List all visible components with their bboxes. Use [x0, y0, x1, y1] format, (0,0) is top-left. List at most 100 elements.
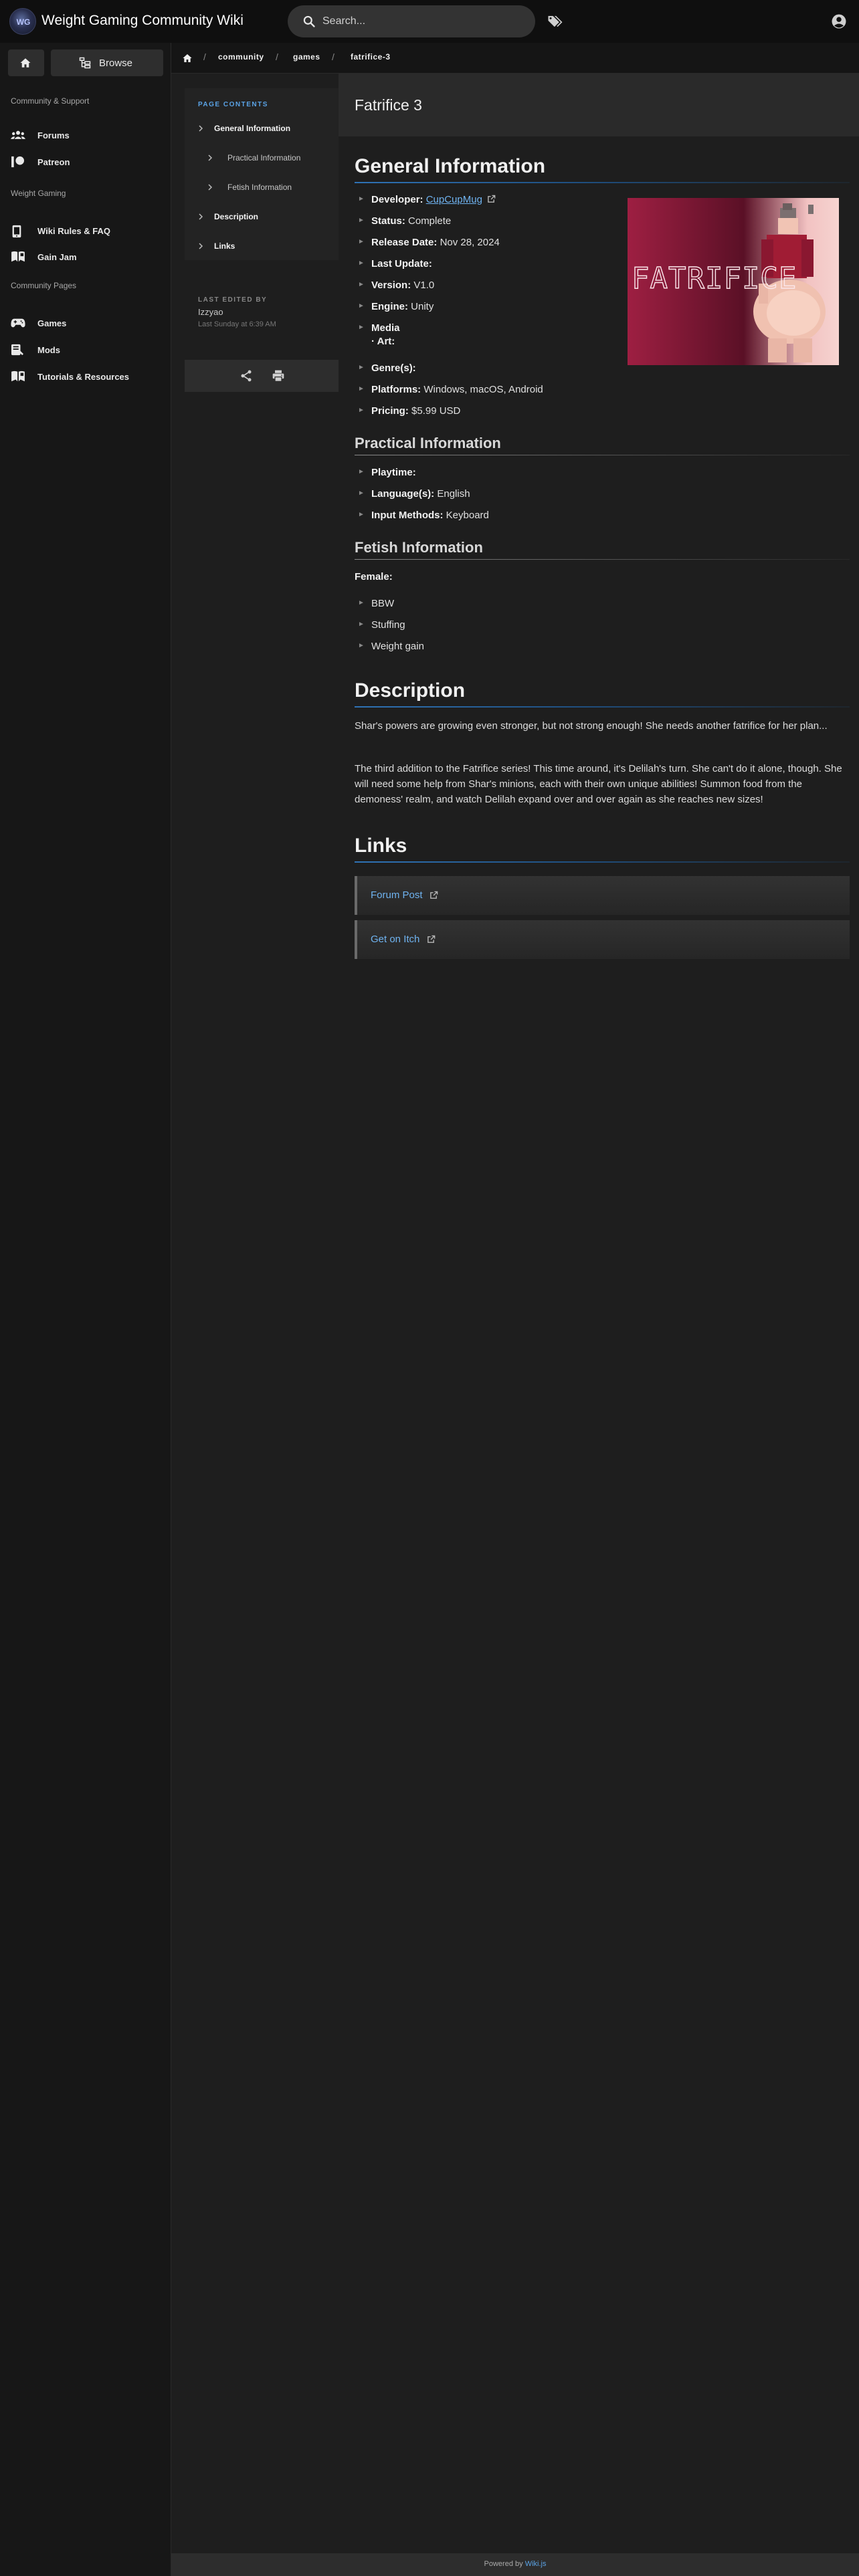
breadcrumb-item-community[interactable]: community	[218, 52, 264, 62]
account-button[interactable]	[830, 12, 848, 31]
info-label: Pricing:	[371, 405, 409, 417]
link-get-on-itch[interactable]: Get on Itch	[355, 920, 850, 959]
tags-icon	[546, 12, 565, 31]
external-link-icon	[488, 195, 496, 203]
bullet-icon: ►	[358, 385, 365, 393]
toc-item-label: Links	[214, 241, 235, 251]
browse-button[interactable]: Browse	[51, 49, 163, 76]
sidebar-item-forums[interactable]: Forums	[0, 124, 171, 146]
mods-icon	[11, 344, 23, 356]
sitemap-icon	[79, 57, 91, 69]
bullet-icon: ►	[358, 238, 365, 245]
developer-link[interactable]: CupCupMug	[426, 194, 482, 205]
top-bar: WG Weight Gaming Community Wiki	[0, 0, 859, 43]
page-actions	[185, 360, 339, 392]
footer-prefix: Powered by	[484, 2560, 523, 2568]
info-value: V1.0	[413, 280, 435, 291]
heading-general-information: General Information	[355, 155, 546, 177]
info-label: Release Date:	[371, 237, 438, 248]
bullet-icon: ►	[358, 468, 365, 475]
info-label: Version:	[371, 280, 411, 291]
fetish-item-label: Weight gain	[371, 641, 424, 652]
heading-description: Description	[355, 679, 466, 702]
sidebar-item-tutorials[interactable]: Tutorials & Resources	[0, 365, 171, 388]
info-label: Genre(s):	[371, 362, 416, 374]
patreon-icon	[11, 156, 24, 168]
share-icon[interactable]	[240, 369, 253, 383]
toc-item-label: General Information	[214, 124, 291, 133]
info-label: Media	[371, 322, 400, 334]
sidebar-item-mods[interactable]: Mods	[0, 338, 171, 361]
chevron-right-icon	[208, 184, 213, 191]
home-button[interactable]	[8, 49, 44, 76]
heading-links: Links	[355, 835, 407, 857]
cover-title-text: FATRIFICE	[632, 261, 797, 296]
toc-item-practical[interactable]: Practical Information	[207, 148, 335, 167]
chevron-right-icon	[208, 154, 213, 161]
sidebar-item-label: Mods	[37, 345, 60, 355]
toc-item-links[interactable]: Links	[198, 237, 332, 255]
print-icon[interactable]	[272, 369, 285, 383]
last-edited-user[interactable]: Izzyao	[198, 307, 223, 317]
search-icon	[302, 15, 316, 28]
last-edited-header: LAST EDITED BY	[198, 296, 268, 304]
info-label: Language(s):	[371, 488, 435, 500]
users-icon	[11, 130, 25, 139]
tags-button[interactable]	[546, 12, 565, 31]
search-bar[interactable]	[288, 5, 535, 37]
game-cover-image: FATRIFICE	[628, 198, 839, 365]
bullet-icon: ►	[358, 302, 365, 310]
sidebar: Browse Community & Support Forums Patreo…	[0, 43, 171, 2576]
link-label: Get on Itch	[371, 934, 420, 945]
fetish-item-label: Stuffing	[371, 619, 405, 631]
info-value: English	[437, 488, 470, 500]
toc-item-fetish[interactable]: Fetish Information	[207, 178, 335, 197]
bullet-icon: ►	[358, 490, 365, 497]
last-edited-date: Last Sunday at 6:39 AM	[198, 320, 276, 328]
breadcrumb-separator: /	[276, 51, 278, 62]
info-label: Female:	[355, 571, 393, 582]
sidebar-item-games[interactable]: Games	[0, 312, 171, 334]
link-forum-post[interactable]: Forum Post	[355, 876, 850, 915]
description-paragraph: The third addition to the Fatrifice seri…	[355, 763, 842, 805]
sidebar-item-label: Games	[37, 318, 67, 328]
chevron-right-icon	[199, 213, 203, 220]
info-value: Keyboard	[446, 510, 489, 521]
toc-item-description[interactable]: Description	[198, 207, 332, 226]
sidebar-item-label: Patreon	[37, 157, 70, 167]
sidebar-item-label: Tutorials & Resources	[37, 372, 130, 382]
heading-underline	[355, 182, 850, 183]
toc-item-general[interactable]: General Information	[198, 119, 332, 138]
link-label: Forum Post	[371, 889, 423, 901]
phone-icon	[12, 225, 21, 238]
footer-link[interactable]: Wiki.js	[525, 2560, 547, 2568]
search-input[interactable]	[322, 5, 523, 37]
sidebar-item-wiki-rules[interactable]: Wiki Rules & FAQ	[0, 219, 171, 242]
breadcrumb-home-icon[interactable]	[182, 53, 193, 64]
breadcrumb-item-current[interactable]: fatrifice-3	[351, 52, 391, 62]
heading-underline	[355, 861, 850, 863]
breadcrumb-item-games[interactable]: games	[293, 52, 320, 62]
heading-fetish-information: Fetish Information	[355, 539, 483, 556]
page-title-bar: Fatrifice 3	[339, 74, 859, 136]
sidebar-item-label: Forums	[37, 130, 70, 140]
bullet-icon: ►	[358, 407, 365, 414]
bullet-icon: ►	[358, 599, 365, 607]
last-edited-panel: LAST EDITED BY Izzyao Last Sunday at 6:3…	[185, 282, 339, 353]
info-label: Engine:	[371, 301, 408, 312]
nav-header-community: Community & Support	[11, 96, 90, 106]
bullet-icon: ►	[358, 281, 365, 288]
breadcrumb-separator: /	[332, 51, 335, 62]
book-icon	[11, 251, 25, 262]
site-title[interactable]: Weight Gaming Community Wiki	[41, 13, 244, 29]
info-value: Windows, macOS, Android	[423, 384, 543, 395]
fetish-female-label: Female:	[355, 571, 393, 586]
info-label: Developer:	[371, 194, 423, 205]
info-art: · Art:	[371, 336, 395, 347]
site-logo[interactable]: WG	[9, 8, 36, 35]
home-icon	[20, 58, 31, 68]
info-value: Nov 28, 2024	[440, 237, 500, 248]
sidebar-item-gain-jam[interactable]: Gain Jam	[0, 245, 171, 268]
sidebar-item-patreon[interactable]: Patreon	[0, 150, 171, 173]
heading-practical-information: Practical Information	[355, 435, 501, 451]
